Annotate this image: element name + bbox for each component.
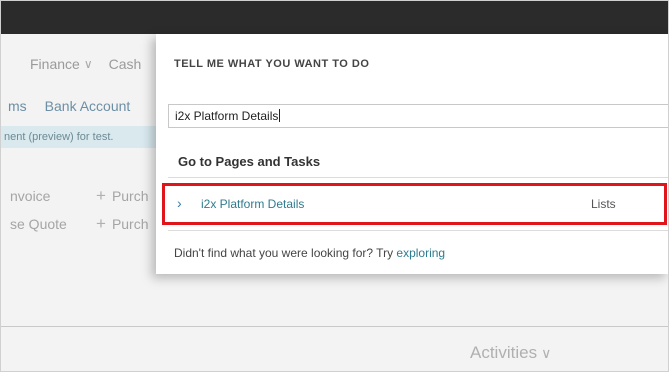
secondary-nav: ms Bank Account — [8, 98, 130, 114]
exploring-link[interactable]: exploring — [396, 246, 445, 260]
plus-icon: + — [96, 214, 106, 233]
section-divider — [0, 326, 669, 327]
action-new-purchase-invoice[interactable]: + Purch — [96, 214, 149, 234]
search-input[interactable]: i2x Platform Details — [168, 104, 668, 128]
section-heading: Go to Pages and Tasks — [178, 154, 321, 169]
activities-header[interactable]: Activities ∨ — [470, 343, 551, 363]
nav-item-items[interactable]: ms — [8, 98, 27, 114]
dialog-footer: Didn't find what you were looking for? T… — [174, 246, 445, 260]
footer-text: Didn't find what you were looking for? T… — [174, 246, 397, 260]
nav-item-cash[interactable]: Cash — [109, 56, 142, 72]
activities-label: Activities — [470, 343, 538, 362]
nav-item-bank-account[interactable]: Bank Account — [45, 98, 131, 114]
divider — [168, 177, 669, 178]
chevron-right-icon: › — [177, 195, 182, 211]
divider — [168, 230, 669, 231]
dialog-title: TELL ME WHAT YOU WANT TO DO — [174, 58, 370, 70]
action-new-sales-quote[interactable]: se Quote — [10, 216, 67, 232]
search-input-value: i2x Platform Details — [175, 109, 279, 123]
preview-banner: nent (preview) for test. — [0, 126, 164, 148]
text-caret — [279, 109, 281, 122]
search-result-row[interactable]: › i2x Platform Details Lists — [162, 183, 667, 225]
app-top-bar — [0, 0, 669, 34]
primary-nav: Finance ∨ Cash — [30, 56, 141, 72]
action-label: se Quote — [10, 216, 67, 232]
action-new-purchase-order[interactable]: + Purch — [96, 186, 149, 206]
tell-me-dialog: TELL ME WHAT YOU WANT TO DO i2x Platform… — [156, 34, 669, 274]
result-name[interactable]: i2x Platform Details — [201, 197, 304, 211]
nav-item-finance[interactable]: Finance — [30, 56, 80, 72]
action-new-invoice[interactable]: nvoice — [10, 188, 50, 204]
plus-icon: + — [96, 186, 106, 205]
chevron-down-icon: ∨ — [83, 57, 93, 71]
result-category: Lists — [591, 197, 616, 211]
action-label: Purch — [111, 188, 149, 204]
action-label: nvoice — [10, 188, 51, 204]
action-label: Purch — [111, 216, 149, 232]
chevron-down-icon: ∨ — [541, 344, 552, 361]
